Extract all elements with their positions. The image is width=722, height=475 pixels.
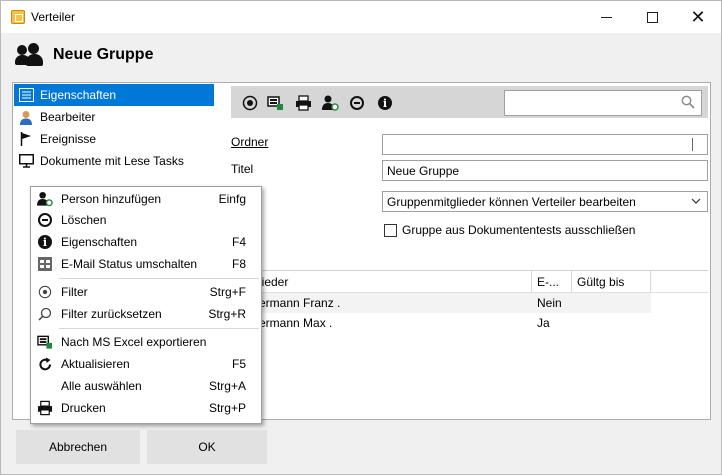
column-divider[interactable] [531,271,532,293]
toolbar-add-person-button[interactable] [321,94,339,112]
page-header: Neue Gruppe [15,41,153,69]
sidebar-item-label: Dokumente mit Lese Tasks [40,154,184,168]
close-button[interactable]: ✕ [675,1,721,33]
dialog-window: Verteiler ✕ Neue Gruppe Eigenschaften Be… [0,0,722,475]
sidebar-item-ereignisse[interactable]: Ereignisse [14,128,214,150]
chevron-down-icon [691,194,701,211]
ordner-field[interactable] [382,134,708,155]
sidebar-item-eigenschaften[interactable]: Eigenschaften [14,84,214,106]
search-input[interactable] [504,90,702,116]
add-person-icon [37,191,53,207]
toolbar-filter-button[interactable] [241,94,259,112]
window-title: Verteiler [31,10,76,24]
page-title: Neue Gruppe [53,46,154,63]
column-header-members[interactable]: lieder [259,275,288,289]
toolbar-excel-export-button[interactable] [266,94,284,112]
properties-list-icon [17,87,35,103]
flag-icon [17,131,35,147]
member-name-cell: ermann Max . [259,316,333,330]
excel-export-icon [266,96,283,110]
maximize-icon [646,11,658,23]
column-header-email[interactable]: E-... [537,275,559,289]
sidebar-item-bearbeiter[interactable]: Bearbeiter [14,106,214,128]
menu-item-person-hinzufuegen[interactable]: Person hinzufügen Einfg [32,188,260,210]
menu-item-filter[interactable]: Filter Strg+F [32,281,260,303]
user-icon [17,109,35,125]
exclude-checkbox[interactable] [384,223,397,237]
menu-item-aktualisieren[interactable]: Aktualisieren F5 [32,353,260,375]
member-name-cell: ermann Franz . [259,296,341,310]
menu-item-filter-zuruecksetzen[interactable]: Filter zurücksetzen Strg+R [32,303,260,325]
sidebar-item-label: Bearbeiter [40,110,96,124]
member-email-cell: Ja [537,316,550,330]
exclude-checkbox-row[interactable]: Gruppe aus Dokumententests ausschließen [384,223,635,237]
exclude-checkbox-label: Gruppe aus Dokumententests ausschließen [402,223,636,237]
menu-item-excel-export[interactable]: Nach MS Excel exportieren [32,331,260,353]
filter-icon [37,284,53,300]
add-person-icon [321,95,339,111]
print-icon [295,95,311,111]
table-row[interactable]: ermann Franz . Nein [231,293,651,313]
info-icon: i [378,96,392,110]
ok-button[interactable]: OK [147,430,267,464]
filter-icon [242,95,258,111]
sidebar-item-label: Eigenschaften [40,88,117,102]
minimize-icon [600,16,612,18]
delete-icon [350,96,364,110]
menu-item-loeschen[interactable]: Löschen [32,209,260,231]
column-divider[interactable] [571,271,572,293]
titel-label: Titel [231,162,254,176]
cancel-button[interactable]: Abbrechen [16,430,140,464]
titel-field[interactable]: Neue Gruppe [382,160,708,181]
column-divider[interactable] [650,271,651,293]
menu-item-eigenschaften[interactable]: i Eigenschaften F4 [32,231,260,253]
search-reset-icon [37,306,53,322]
app-icon [11,10,25,24]
email-toggle-icon [37,256,53,272]
search-icon [681,95,695,109]
bearbeitung-select-value: Gruppenmitglieder können Verteiler bearb… [387,195,636,209]
context-menu: Person hinzufügen Einfg Löschen i Eigens… [30,186,262,424]
menu-item-alle-auswaehlen[interactable]: Alle auswählen Strg+A [32,375,260,397]
close-icon: ✕ [690,7,706,27]
toolbar-delete-button[interactable] [348,94,366,112]
menu-item-email-status[interactable]: E-Mail Status umschalten F8 [32,253,260,275]
sidebar-nav: Eigenschaften Bearbeiter Ereignisse Doku… [14,84,214,172]
toolbar-print-button[interactable] [294,94,312,112]
sidebar-item-label: Ereignisse [40,132,97,146]
info-icon: i [38,235,52,249]
table-row[interactable]: ermann Max . Ja [231,313,651,333]
minimize-button[interactable] [583,1,629,33]
ordner-label[interactable]: Ordner [231,135,268,149]
titel-field-value: Neue Gruppe [387,164,460,178]
column-header-valid[interactable]: Gültg bis [577,275,624,289]
bearbeitung-select[interactable]: Gruppenmitglieder können Verteiler bearb… [382,191,708,212]
menu-separator [59,328,259,329]
group-icon [15,43,45,67]
print-icon [37,400,53,416]
maximize-button[interactable] [629,1,675,33]
refresh-icon [37,356,53,372]
sidebar-item-dokumente[interactable]: Dokumente mit Lese Tasks [14,150,214,172]
toolbar: i [231,86,708,118]
menu-item-drucken[interactable]: Drucken Strg+P [32,397,260,419]
members-table-header: lieder E-... Gültg bis [231,270,708,293]
title-bar[interactable]: Verteiler ✕ [1,1,721,33]
excel-export-icon [37,334,53,350]
member-email-cell: Nein [537,296,562,310]
menu-separator [59,278,259,279]
toolbar-info-button[interactable]: i [376,94,394,112]
delete-icon [38,213,52,227]
monitor-icon [17,153,35,169]
ordner-field-divider [692,138,693,151]
